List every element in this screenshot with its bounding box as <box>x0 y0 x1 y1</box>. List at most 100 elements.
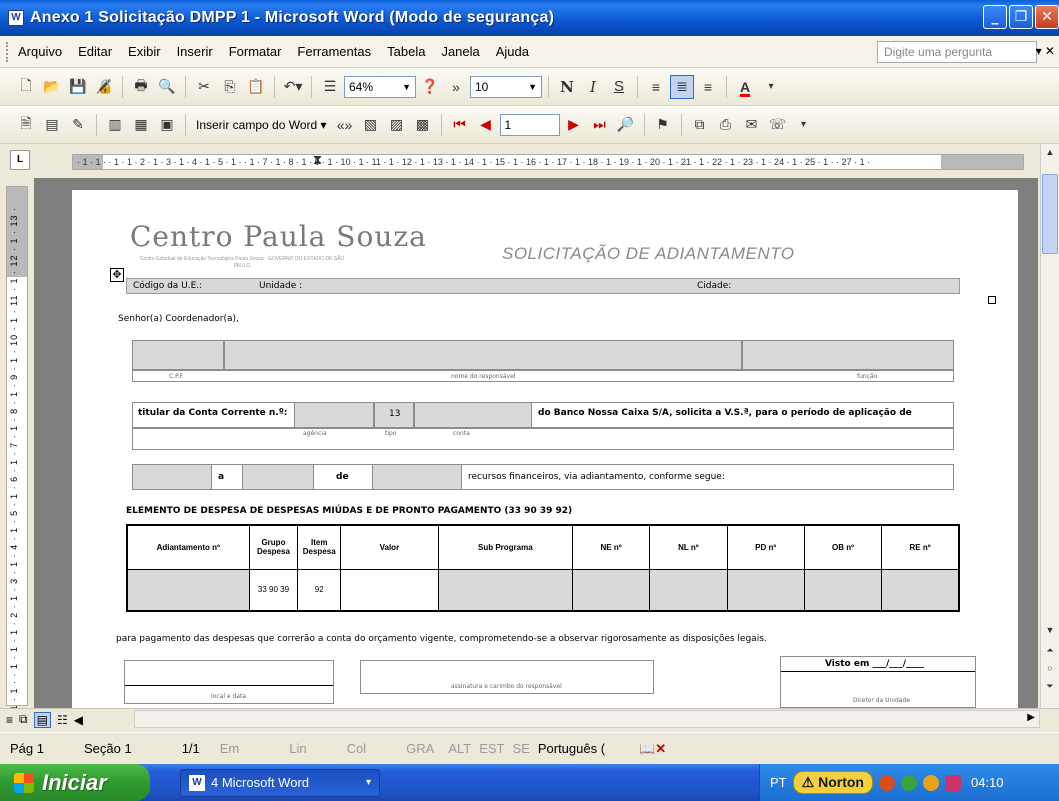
web-view-icon[interactable]: ⧉ <box>19 712 28 727</box>
menu-ferramentas[interactable]: Ferramentas <box>289 44 379 59</box>
help-icon[interactable]: ❓ <box>418 75 442 99</box>
table-resize-handle[interactable] <box>988 296 996 304</box>
agencia-field[interactable] <box>294 402 374 428</box>
visto-box[interactable]: Visto em ___/___/____ Diretor da Unidade <box>780 656 976 708</box>
record-number-input[interactable]: 1 <box>499 113 560 136</box>
table-cell[interactable]: 33 90 39 <box>248 568 299 612</box>
tray-messenger-icon[interactable] <box>944 774 961 791</box>
save-icon[interactable]: 💾 <box>66 75 90 99</box>
conta-field[interactable] <box>414 402 532 428</box>
scroll-left-icon[interactable]: ◀ <box>74 713 83 727</box>
font-size-combo[interactable]: 10 ▼ <box>470 75 542 98</box>
tray-security-icon[interactable] <box>922 774 939 791</box>
open-data-source-icon[interactable]: ▤ <box>40 113 64 137</box>
table-cell[interactable]: 92 <box>297 568 342 612</box>
document-page[interactable]: Centro Paula Souza Centro Estadual de Ed… <box>72 190 1018 708</box>
normal-view-icon[interactable]: ≡ <box>6 713 13 727</box>
cut-icon[interactable]: ✂ <box>192 75 216 99</box>
ask-question-input[interactable]: Digite uma pergunta <box>877 41 1037 63</box>
vertical-ruler[interactable]: 2 · 1 · 1 · 1 · · 1 · 1 · 1 · 2 · 1 · 3 … <box>6 186 28 744</box>
status-alt[interactable]: ALT <box>444 741 475 756</box>
menu-tabela[interactable]: Tabela <box>379 44 433 59</box>
highlight-fields-icon[interactable]: ▧ <box>359 113 383 137</box>
table-cell[interactable] <box>649 568 728 612</box>
columns-icon[interactable]: ☰ <box>318 75 342 99</box>
table-cell[interactable] <box>340 568 439 612</box>
horizontal-ruler[interactable]: · 1 · 1 · · 1 · 1 · 2 · 1 · 3 · 1 · 4 · … <box>72 154 1024 170</box>
taskbar-word-item[interactable]: W 4 Microsoft Word ▾ <box>180 768 380 797</box>
insert-greeting-icon[interactable]: ▦ <box>129 113 153 137</box>
permission-icon[interactable]: 🔏 <box>92 75 116 99</box>
align-center-icon[interactable]: ≣ <box>670 74 694 99</box>
insert-word-field-button[interactable]: Inserir campo do Word ▾ <box>192 118 331 132</box>
spelling-status-icon[interactable]: 📖✕ <box>609 741 676 757</box>
toolbar-options-icon[interactable]: » <box>444 75 468 99</box>
previous-record-icon[interactable]: ◀ <box>474 113 498 137</box>
open-folder-icon[interactable]: 📂 <box>40 75 64 99</box>
underline-button[interactable]: S <box>607 75 631 99</box>
bold-button[interactable]: N <box>555 75 579 99</box>
print-preview-icon[interactable]: 🔍 <box>155 75 179 99</box>
minimize-button[interactable]: _ <box>983 5 1007 29</box>
document-area[interactable]: Centro Paula Souza Centro Estadual de Ed… <box>34 178 1038 708</box>
check-errors-icon[interactable]: ⚑ <box>651 113 675 137</box>
table-cell[interactable] <box>437 568 573 612</box>
status-est[interactable]: EST <box>475 741 508 756</box>
insert-address-block-icon[interactable]: ▥ <box>103 113 127 137</box>
menu-inserir[interactable]: Inserir <box>169 44 221 59</box>
local-data-box[interactable]: local e data <box>124 660 334 704</box>
main-document-setup-icon[interactable]: 🗎 <box>14 113 38 137</box>
outline-view-icon[interactable]: ☷ <box>57 713 68 727</box>
table-cell[interactable] <box>803 568 883 612</box>
copy-icon[interactable]: ⎘ <box>218 75 242 99</box>
horizontal-scrollbar[interactable]: ▶ <box>134 710 1040 728</box>
merge-to-email-icon[interactable]: ✉ <box>740 113 764 137</box>
menu-exibir[interactable]: Exibir <box>120 44 169 59</box>
tab-selector[interactable]: L <box>10 150 30 170</box>
amount-field[interactable] <box>372 464 462 490</box>
table-cell[interactable] <box>571 568 651 612</box>
status-se[interactable]: SE <box>509 741 534 756</box>
table-cell[interactable] <box>881 568 960 612</box>
vertical-scrollbar[interactable]: ▲ ▼ ⏶ ○ ⏷ <box>1040 144 1059 708</box>
next-record-icon[interactable]: ▶ <box>562 113 586 137</box>
scroll-down-icon[interactable]: ▼ <box>1042 622 1058 638</box>
paste-icon[interactable]: 📋 <box>244 75 268 99</box>
table-cell[interactable] <box>726 568 805 612</box>
view-merged-data-icon[interactable]: «» <box>333 113 357 137</box>
previous-page-icon[interactable]: ⏶ <box>1042 642 1058 658</box>
norton-icon[interactable]: ⚠ Norton <box>792 771 873 794</box>
toolbar-options-icon[interactable]: ▾ <box>792 113 816 137</box>
start-button[interactable]: Iniciar <box>0 764 150 801</box>
zoom-combo[interactable]: 64% ▼ <box>344 75 416 98</box>
browse-object-icon[interactable]: ○ <box>1042 660 1058 676</box>
language-indicator[interactable]: PT <box>770 775 787 790</box>
name-field[interactable] <box>224 340 742 370</box>
align-left-icon[interactable]: ≡ <box>644 75 668 99</box>
tipo-field[interactable]: 13 <box>374 402 414 428</box>
find-entry-icon[interactable]: 🔎 <box>614 113 638 137</box>
indent-marker-icon[interactable]: ⧗ <box>313 155 322 167</box>
status-gra[interactable]: GRA <box>376 741 444 756</box>
restore-button[interactable]: ❐ <box>1009 5 1033 29</box>
first-record-icon[interactable]: ⏮ <box>448 113 472 137</box>
period-end-field[interactable] <box>242 464 314 490</box>
tray-back-icon[interactable] <box>878 774 895 791</box>
print-layout-icon[interactable]: ▤ <box>33 711 51 728</box>
tray-network-icon[interactable] <box>900 774 917 791</box>
period-start-field[interactable] <box>132 464 212 490</box>
table-cell[interactable] <box>126 568 250 612</box>
scroll-right-icon[interactable]: ▶ <box>1027 712 1035 723</box>
menu-ajuda[interactable]: Ajuda <box>488 44 537 59</box>
table-move-handle-icon[interactable]: ✥ <box>110 268 124 282</box>
merge-to-printer-icon[interactable]: ⎙ <box>714 113 738 137</box>
word-app-icon[interactable]: W <box>8 10 24 26</box>
menu-arquivo[interactable]: Arquivo <box>10 44 70 59</box>
cpf-field[interactable] <box>132 340 224 370</box>
italic-button[interactable]: I <box>581 75 605 99</box>
insert-merge-fields-icon[interactable]: ▣ <box>155 113 179 137</box>
scroll-up-icon[interactable]: ▲ <box>1042 144 1058 160</box>
last-record-icon[interactable]: ⏭ <box>588 113 612 137</box>
propagate-labels-icon[interactable]: ▩ <box>411 113 435 137</box>
scroll-thumb[interactable] <box>1042 174 1058 254</box>
